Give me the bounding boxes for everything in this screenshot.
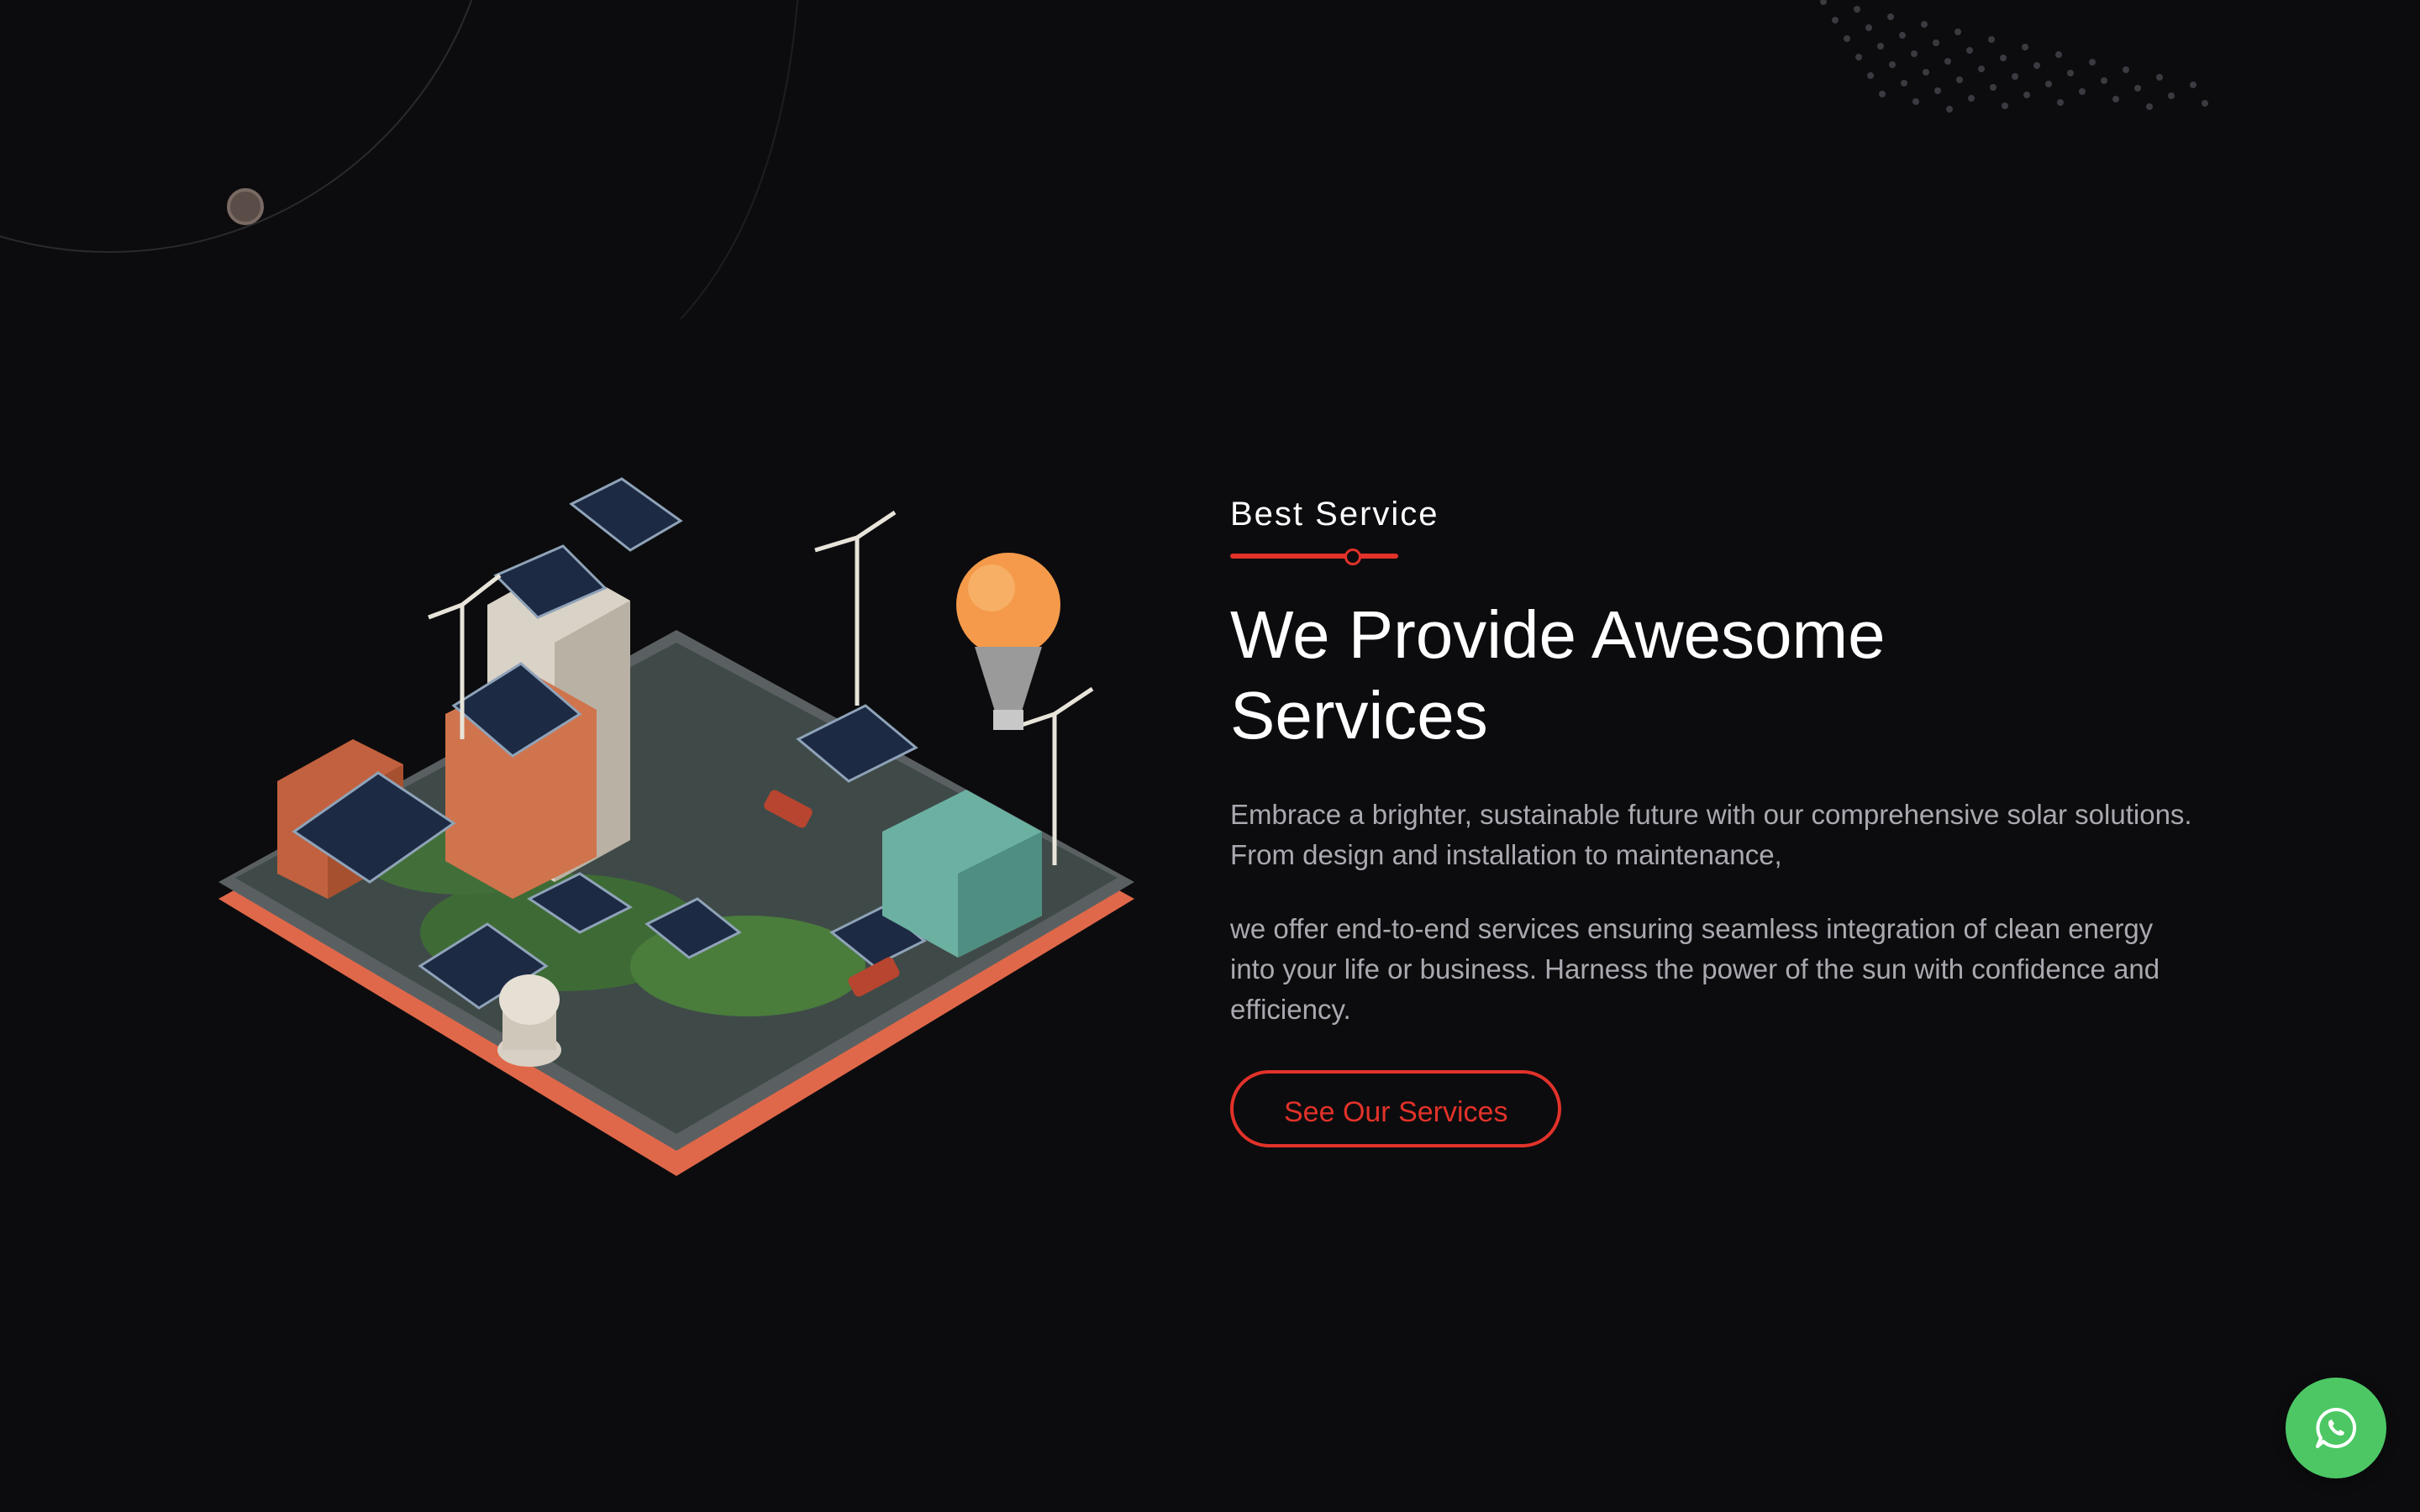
pattern-dot <box>1899 32 1906 39</box>
pattern-dot <box>1865 24 1872 31</box>
pattern-dot <box>1911 50 1918 57</box>
pattern-dot <box>2000 55 2007 61</box>
pattern-dot <box>2079 88 2086 95</box>
pattern-dot <box>1855 54 1862 60</box>
pattern-dot <box>2101 77 2107 84</box>
pattern-dot <box>2123 66 2129 73</box>
pattern-dot <box>1877 43 1884 50</box>
pattern-dot <box>1889 61 1896 68</box>
pattern-dot <box>2190 81 2196 88</box>
section-paragraph-2: we offer end-to-end services ensuring se… <box>1230 913 2160 1025</box>
pattern-dot <box>1956 76 1963 83</box>
pattern-dot <box>1966 47 1973 54</box>
solar-city-illustration <box>218 477 1134 1176</box>
pattern-dot <box>2134 85 2141 92</box>
pattern-dot <box>1978 66 1985 72</box>
pattern-dot <box>1879 91 1886 97</box>
pattern-dot <box>2156 74 2163 81</box>
services-content: Best Service We Provide Awesome Services… <box>1230 492 2196 1147</box>
pattern-dot <box>1923 69 1929 76</box>
pattern-dot <box>2146 103 2153 110</box>
whatsapp-button[interactable] <box>2286 1378 2386 1478</box>
pattern-dot <box>1988 36 1995 43</box>
dot-pattern <box>1820 0 2208 113</box>
pattern-dot <box>1944 58 1951 65</box>
pattern-dot <box>1820 0 1827 5</box>
pattern-dot <box>2112 96 2119 102</box>
pattern-dot <box>2023 92 2030 98</box>
pattern-dot <box>2002 102 2008 109</box>
orbit-arc <box>680 0 799 320</box>
pattern-dot <box>1933 39 1939 46</box>
section-eyebrow: Best Service <box>1230 496 1439 533</box>
pattern-dot <box>1921 21 1928 28</box>
pattern-dot <box>2067 70 2074 76</box>
pattern-dot <box>2202 100 2208 107</box>
pattern-dot <box>2089 59 2096 66</box>
pattern-dot <box>2022 44 2028 50</box>
pattern-dot <box>2012 73 2018 80</box>
pattern-dot <box>1844 35 1850 42</box>
pattern-dot <box>2057 99 2064 106</box>
pattern-dot <box>1901 80 1907 87</box>
pattern-dot <box>2045 81 2052 87</box>
pattern-dot <box>1867 72 1874 79</box>
underline-dot <box>1344 549 1361 565</box>
pattern-dot <box>1946 106 1953 113</box>
pattern-dot <box>1912 98 1919 105</box>
orbit-planet <box>227 188 264 225</box>
pattern-dot <box>2055 51 2062 58</box>
pattern-dot <box>1968 95 1975 102</box>
underline-bar <box>1230 554 1398 559</box>
pattern-dot <box>1854 6 1860 13</box>
pattern-dot <box>1990 84 1996 91</box>
pattern-dot <box>2033 62 2040 69</box>
eyebrow-underline <box>1230 548 1398 565</box>
section-paragraph-1: Embrace a brighter, sustainable future w… <box>1230 799 2192 870</box>
section-title: We Provide Awesome Services <box>1230 597 1886 753</box>
pattern-dot <box>2168 92 2175 99</box>
see-our-services-button[interactable]: See Our Services <box>1230 1070 1562 1147</box>
pattern-dot <box>1934 87 1941 94</box>
pattern-dot <box>1887 13 1894 20</box>
pattern-dot <box>1954 29 1961 35</box>
services-section: Best Service We Provide Awesome Services… <box>0 0 2420 1512</box>
pattern-dot <box>1832 17 1839 24</box>
whatsapp-icon <box>2316 1407 2357 1448</box>
